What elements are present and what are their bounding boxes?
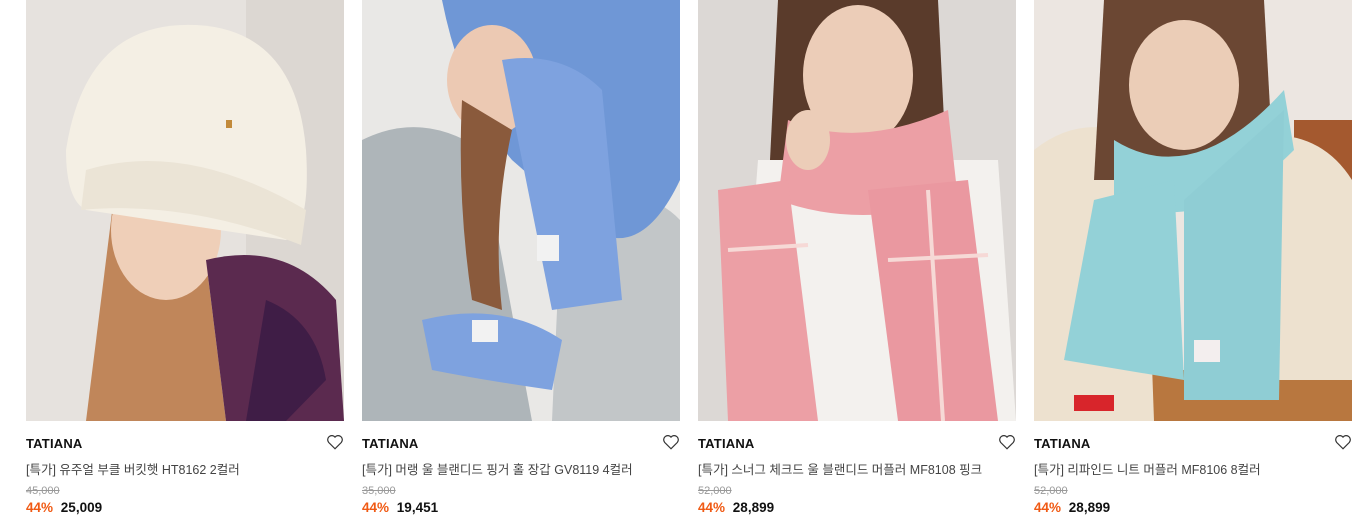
- discount-rate: 44%: [26, 500, 54, 515]
- wishlist-heart-icon[interactable]: [662, 433, 680, 451]
- original-price: 52,000: [1034, 485, 1068, 497]
- product-card[interactable]: TATIANA [특가] 스너그 체크드 울 블랜디드 머플러 MF8108 핑…: [698, 0, 1016, 515]
- product-card[interactable]: TATIANA [특가] 유주얼 부클 버킷햇 HT8162 2컬러 45,00…: [26, 0, 344, 515]
- brand-name[interactable]: TATIANA: [26, 436, 83, 451]
- product-photo-mint-scarf: [1034, 0, 1352, 421]
- sale-price: 28,899: [732, 500, 775, 515]
- wishlist-heart-icon[interactable]: [1334, 433, 1352, 451]
- brand-name[interactable]: TATIANA: [362, 436, 419, 451]
- brand-name[interactable]: TATIANA: [1034, 436, 1091, 451]
- product-photo-hat: [26, 0, 344, 421]
- product-grid: TATIANA [특가] 유주얼 부클 버킷햇 HT8162 2컬러 45,00…: [0, 0, 1357, 529]
- discount-rate: 44%: [362, 500, 390, 515]
- product-card[interactable]: TATIANA [특가] 머랭 울 블랜디드 핑거 홀 장갑 GV8119 4컬…: [362, 0, 680, 515]
- sale-price: 19,451: [396, 500, 439, 515]
- brand-name[interactable]: TATIANA: [698, 436, 755, 451]
- sale-price: 28,899: [1068, 500, 1111, 515]
- original-price: 52,000: [698, 485, 732, 497]
- product-name[interactable]: [특가] 유주얼 부클 버킷햇 HT8162 2컬러: [26, 459, 240, 478]
- product-card[interactable]: TATIANA [특가] 리파인드 니트 머플러 MF8106 8컬러 52,0…: [1034, 0, 1352, 515]
- original-price: 45,000: [26, 485, 60, 497]
- discount-rate: 44%: [698, 500, 726, 515]
- sale-price: 25,009: [60, 500, 103, 515]
- product-photo-pink-scarf: [698, 0, 1016, 421]
- product-image[interactable]: [1034, 0, 1352, 421]
- product-photo-gloves: [362, 0, 680, 421]
- product-image[interactable]: [362, 0, 680, 421]
- product-image[interactable]: [698, 0, 1016, 421]
- original-price: 35,000: [362, 485, 396, 497]
- product-image[interactable]: [26, 0, 344, 421]
- wishlist-heart-icon[interactable]: [326, 433, 344, 451]
- product-name[interactable]: [특가] 스너그 체크드 울 블랜디드 머플러 MF8108 핑크: [698, 459, 982, 478]
- product-name[interactable]: [특가] 리파인드 니트 머플러 MF8106 8컬러: [1034, 459, 1261, 478]
- discount-rate: 44%: [1034, 500, 1062, 515]
- wishlist-heart-icon[interactable]: [998, 433, 1016, 451]
- product-name[interactable]: [특가] 머랭 울 블랜디드 핑거 홀 장갑 GV8119 4컬러: [362, 459, 633, 478]
